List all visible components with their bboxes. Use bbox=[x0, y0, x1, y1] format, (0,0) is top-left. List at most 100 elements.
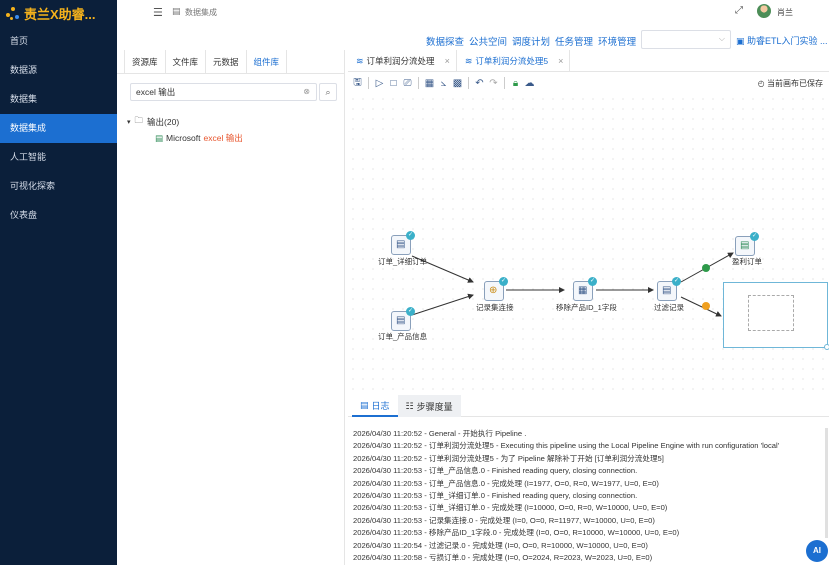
undo-icon[interactable]: ↶ bbox=[474, 78, 485, 89]
pipeline-node[interactable]: ▤ ✓ bbox=[391, 307, 415, 331]
check-icon: ✓ bbox=[406, 231, 415, 240]
excel-output-icon: ▤ bbox=[740, 240, 750, 251]
search-box: ⊗ bbox=[130, 83, 317, 101]
log-tab[interactable]: ☷ 步骤度量 bbox=[397, 395, 461, 417]
save-status-label: 当前画布已保存 bbox=[767, 79, 823, 88]
tree-node-excel-output[interactable]: ▤ Microsoft excel 输出 bbox=[155, 132, 243, 144]
connection-line[interactable] bbox=[411, 293, 474, 316]
page-icon: ▤ bbox=[172, 6, 181, 16]
app-menu: 数据探查 公共空间 调度计划 任务管理 环境管理 ⌵ ▣ 助睿ETL入门实验 ... bbox=[117, 30, 829, 50]
log-line: 2026/04/30 11:20:53 - 订单_详细订单.0 - Finish… bbox=[353, 490, 638, 500]
table-input-icon: ▤ bbox=[396, 315, 406, 326]
pipeline-node[interactable]: ▤ ✓ bbox=[657, 277, 681, 301]
success-hop-icon[interactable] bbox=[702, 264, 710, 272]
guide-link[interactable]: ▣ 助睿ETL入门实验 ... bbox=[736, 34, 828, 47]
component-panel: 资源库文件库元数据组件库 ⊗ ⌕ ▾ 🗀 输出(20) ▤ Microsoft … bbox=[117, 50, 345, 565]
panel-tab[interactable]: 组件库 bbox=[246, 50, 288, 73]
log-icon: ▤ bbox=[360, 399, 369, 410]
tree-child-highlight: excel 输出 bbox=[203, 133, 243, 143]
app-logo[interactable]: 责兰X助睿... bbox=[0, 0, 117, 27]
ai-assistant-button[interactable]: AI bbox=[806, 540, 828, 562]
pipeline-node[interactable]: ▤ ✓ bbox=[391, 231, 415, 255]
log-line: 2026/04/30 11:20:58 - 亏损订单.0 - 完成处理 (I=0… bbox=[353, 552, 653, 562]
log-line: 2026/04/30 11:20:53 - 订单_产品信息.0 - Finish… bbox=[353, 466, 638, 476]
editor-tab[interactable]: ≋ 订单利润分流处理 × bbox=[348, 50, 457, 72]
node-label: 移除产品ID_1字段 bbox=[556, 303, 617, 312]
log-line: 2026/04/30 11:20:52 - General - 开始执行 Pip… bbox=[353, 429, 527, 438]
menu-toggle-icon[interactable]: ☰ bbox=[153, 6, 163, 19]
log-tab[interactable]: ▤ 日志 bbox=[352, 395, 398, 417]
error-hop-icon[interactable] bbox=[702, 302, 710, 310]
menu-link[interactable]: 环境管理 bbox=[598, 34, 636, 48]
chevron-down-icon: ⌵ bbox=[718, 34, 725, 43]
sidebar-item[interactable]: 数据源 bbox=[0, 56, 117, 85]
save-status: ◴ 当前画布已保存 bbox=[758, 78, 823, 89]
node-label: 过滤记录 bbox=[654, 303, 684, 312]
log-tab-label: 步骤度量 bbox=[416, 401, 453, 412]
sidebar: 责兰X助睿... 首页 数据源 数据集 数据集成 人工智能 可视化探索 仪表盘 bbox=[0, 0, 117, 565]
metrics-icon: ☷ bbox=[405, 400, 414, 411]
table-input-icon: ▤ bbox=[396, 239, 406, 250]
log-line: 2026/04/30 11:20:52 - 订单利润分流处理5 - 为了 Pip… bbox=[353, 453, 664, 463]
sidebar-item[interactable]: 数据集成 bbox=[0, 114, 117, 143]
sidebar-item[interactable]: 数据集 bbox=[0, 85, 117, 114]
menu-link[interactable]: 数据探查 bbox=[426, 34, 464, 48]
drop-placeholder[interactable] bbox=[723, 282, 829, 350]
save-icon[interactable]: 🖫 bbox=[352, 75, 363, 92]
panel-tab[interactable]: 资源库 bbox=[124, 50, 166, 73]
join-icon: ⊕ bbox=[489, 285, 498, 296]
clear-icon[interactable]: ⊗ bbox=[303, 87, 310, 96]
tree-node-output[interactable]: ▾ 🗀 输出(20) bbox=[127, 115, 179, 129]
node-label: 记录集连接 bbox=[476, 303, 514, 312]
tree-node-label: 输出(20) bbox=[147, 117, 180, 127]
sidebar-item[interactable]: 人工智能 bbox=[0, 143, 117, 172]
log-scrollbar[interactable] bbox=[825, 428, 828, 538]
search-input[interactable] bbox=[131, 84, 291, 100]
toolbar-divider bbox=[468, 77, 469, 89]
log-line: 2026/04/30 11:20:53 - 订单_产品信息.0 - 完成处理 (… bbox=[353, 478, 659, 488]
environment-select[interactable]: ⌵ bbox=[641, 30, 731, 49]
grid-icon[interactable]: ▦ bbox=[424, 78, 435, 89]
sidebar-item[interactable]: 首页 bbox=[0, 27, 117, 56]
pipeline-node[interactable]: ▤ ✓ bbox=[735, 232, 759, 256]
search-button[interactable]: ⌕ bbox=[319, 83, 337, 101]
folder-icon: 🗀 bbox=[134, 115, 144, 125]
close-icon[interactable]: × bbox=[558, 56, 563, 66]
book-icon: ▣ bbox=[736, 36, 745, 46]
panel-tab[interactable]: 文件库 bbox=[166, 50, 207, 73]
sidebar-item[interactable]: 可视化探索 bbox=[0, 172, 117, 201]
sidebar-item[interactable]: 仪表盘 bbox=[0, 201, 117, 230]
check-icon: ✓ bbox=[750, 232, 759, 241]
stop-icon[interactable]: □ bbox=[388, 78, 399, 89]
redo-icon[interactable]: ↷ bbox=[488, 78, 499, 89]
resize-handle[interactable] bbox=[824, 344, 829, 350]
lock-icon[interactable]: 🔒︎ bbox=[510, 78, 521, 89]
pipeline-node[interactable]: ⊕ ✓ bbox=[484, 277, 508, 301]
search-icon: ⌕ bbox=[325, 87, 331, 97]
close-icon[interactable]: × bbox=[445, 56, 450, 66]
menu-link[interactable]: 任务管理 bbox=[555, 34, 593, 48]
avatar[interactable] bbox=[757, 4, 771, 18]
log-line: 2026/04/30 11:20:52 - 订单利润分流处理5 - Execut… bbox=[353, 441, 780, 451]
node-label: 订单_产品信息 bbox=[378, 332, 428, 341]
editor-tabs: ≋ 订单利润分流处理 × ≋ 订单利润分流处理5 × bbox=[348, 50, 829, 72]
menu-link[interactable]: 公共空间 bbox=[469, 34, 507, 48]
pipeline-node[interactable]: ▦ ✓ bbox=[573, 277, 597, 301]
editor-tab-label: 订单利润分流处理 bbox=[366, 56, 435, 66]
table-icon[interactable]: ▩ bbox=[452, 78, 463, 89]
tree-child-prefix: Microsoft bbox=[166, 133, 201, 143]
fullscreen-icon[interactable]: ⤢ bbox=[735, 5, 743, 16]
log-line: 2026/04/30 11:20:54 - 过滤记录.0 - 完成处理 (I=0… bbox=[353, 540, 648, 550]
editor-tab[interactable]: ≋ 订单利润分流处理5 × bbox=[457, 50, 571, 72]
pipeline-icon: ≋ bbox=[464, 55, 473, 66]
connection-line[interactable] bbox=[680, 296, 722, 317]
upload-icon[interactable]: ☁ bbox=[524, 78, 535, 89]
chart-icon[interactable]: ⦣ bbox=[438, 78, 449, 89]
node-label: 盈利订单 bbox=[732, 257, 762, 266]
menu-link[interactable]: 调度计划 bbox=[512, 34, 550, 48]
preview-icon[interactable]: ⎚ bbox=[402, 78, 413, 89]
username[interactable]: 肖兰 bbox=[777, 7, 793, 18]
run-icon[interactable]: ▷ bbox=[374, 78, 385, 89]
pipeline-canvas[interactable]: ▤ ✓ 订单_详细订单 ▤ ✓ 订单_产品信息 ⊕ ✓ 记录集连接 ▦ ✓ 移除产品ID… bbox=[348, 94, 829, 392]
panel-tab[interactable]: 元数据 bbox=[206, 50, 247, 73]
